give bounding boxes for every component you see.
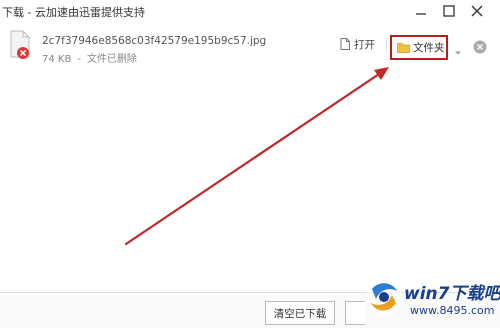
close-icon [471,5,483,17]
open-file-label: 打开 [354,38,375,51]
watermark-url: www.8495.com [410,304,495,317]
folder-icon [397,43,410,53]
watermark: win7下载吧 www.8495.com [362,271,500,328]
remove-item-button[interactable] [473,39,487,54]
file-name: 2c7f37946e8568c03f42579e195b9c57.jpg [42,35,267,47]
meta-separator: - [77,54,81,65]
file-size: 74 KB [42,54,72,65]
document-icon [340,38,350,50]
win7-logo-icon [366,279,402,315]
more-options-dropdown[interactable] [454,42,462,55]
window-title: 下载 - 云加速由迅雷提供支持 [2,6,145,19]
download-list-area [0,70,500,292]
open-folder-button[interactable]: 文件夹 [390,35,448,60]
clear-downloads-button[interactable]: 清空已下载 [265,301,335,325]
watermark-brand: win7下载吧 [404,284,500,304]
chevron-down-icon [455,51,461,55]
maximize-button[interactable] [440,3,458,19]
title-bar: 下载 - 云加速由迅雷提供支持 [0,0,500,24]
minimize-icon [416,13,426,15]
open-file-button[interactable]: 打开 [340,34,386,54]
maximize-icon [443,5,455,17]
minimize-button[interactable] [412,3,430,19]
close-window-button[interactable] [468,3,486,19]
remove-icon [473,40,487,54]
divider [386,38,387,51]
file-status: 文件已删除 [86,54,137,65]
open-folder-label: 文件夹 [413,42,445,54]
deleted-file-icon [8,30,32,60]
file-meta: 74 KB - 文件已删除 [42,50,143,65]
